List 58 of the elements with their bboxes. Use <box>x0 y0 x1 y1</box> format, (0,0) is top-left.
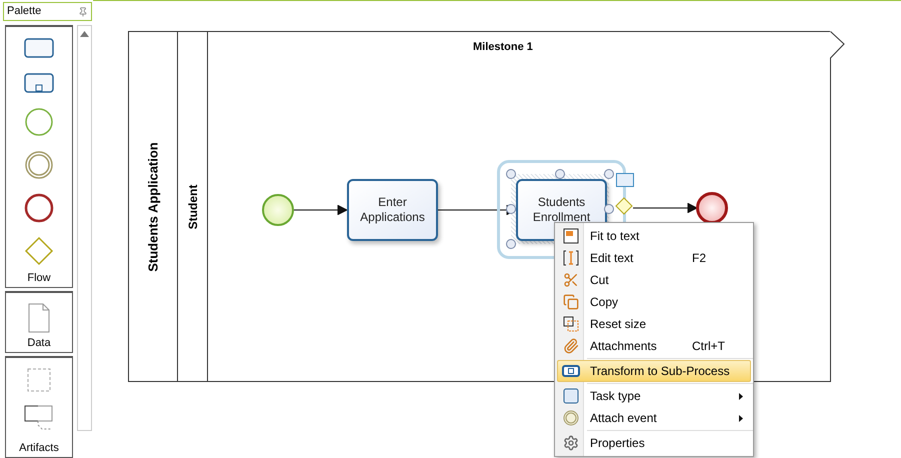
menu-item[interactable]: Task type <box>557 385 751 407</box>
shortcut-label: Ctrl+T <box>692 338 726 355</box>
menu-item[interactable]: Copy <box>557 291 751 313</box>
settings-icon <box>563 435 579 451</box>
menu-item[interactable]: Edit text F2 <box>557 247 751 269</box>
pin-icon[interactable] <box>78 6 88 16</box>
section-label[interactable]: Data <box>27 334 51 351</box>
end-event[interactable] <box>695 191 729 225</box>
paperclip-icon <box>563 338 579 354</box>
subprocess-icon <box>562 365 580 377</box>
annotation-handle[interactable] <box>616 173 634 187</box>
menu-item[interactable]: Properties <box>557 432 751 454</box>
double-circle-icon <box>563 410 579 426</box>
gateway-handle[interactable] <box>615 197 633 215</box>
start-event[interactable] <box>261 193 295 227</box>
resize-handle[interactable] <box>506 239 516 249</box>
section-label[interactable]: Artifacts <box>19 440 59 456</box>
menu-item[interactable]: Cut <box>557 269 751 291</box>
text-cursor-icon <box>563 250 579 266</box>
task-label: Applications <box>360 210 425 225</box>
section-label[interactable]: Flow <box>27 270 51 286</box>
scroll-up-icon[interactable] <box>80 31 89 37</box>
submenu-arrow-icon <box>739 414 743 422</box>
scrollbar[interactable] <box>77 25 92 431</box>
task-icon[interactable] <box>23 37 55 59</box>
fit-icon <box>563 228 579 244</box>
shortcut-label: F2 <box>692 250 708 267</box>
menu-item[interactable]: Reset size <box>557 313 751 335</box>
annotation-icon[interactable] <box>24 405 54 431</box>
sequence-arrow <box>633 203 697 213</box>
task-box[interactable]: Enter Applications <box>347 179 438 241</box>
task-label: Enter <box>378 195 407 210</box>
resize-handle[interactable] <box>506 169 516 179</box>
copy-icon <box>563 294 579 310</box>
submenu-arrow-icon <box>739 392 743 400</box>
resize-icon <box>563 316 579 332</box>
dashed-box-icon[interactable] <box>27 368 51 392</box>
resize-handle[interactable] <box>555 169 565 179</box>
lane-title: Student <box>184 184 200 230</box>
menu-item[interactable]: Attachments Ctrl+T <box>557 335 751 357</box>
task-label: Enrollment <box>532 210 590 225</box>
pool-title: Students Application <box>144 142 162 272</box>
double-circle-icon[interactable] <box>24 150 54 180</box>
subprocess-icon[interactable] <box>23 72 55 94</box>
menu-item[interactable]: Attach event <box>557 407 751 429</box>
resize-handle[interactable] <box>604 204 614 214</box>
diamond-icon[interactable] <box>24 236 54 266</box>
milestone-title: Milestone 1 <box>473 40 533 55</box>
cut-icon <box>563 272 579 288</box>
document-icon[interactable] <box>27 303 51 333</box>
task-label: Students <box>538 195 586 210</box>
task-icon <box>563 388 579 404</box>
palette-title: Palette <box>7 4 42 20</box>
resize-handle[interactable] <box>506 204 516 214</box>
resize-handle[interactable] <box>604 169 614 179</box>
menu-item[interactable]: Transform to Sub-Process <box>557 360 751 382</box>
circle-icon[interactable] <box>24 193 54 223</box>
sequence-arrow <box>294 205 347 215</box>
